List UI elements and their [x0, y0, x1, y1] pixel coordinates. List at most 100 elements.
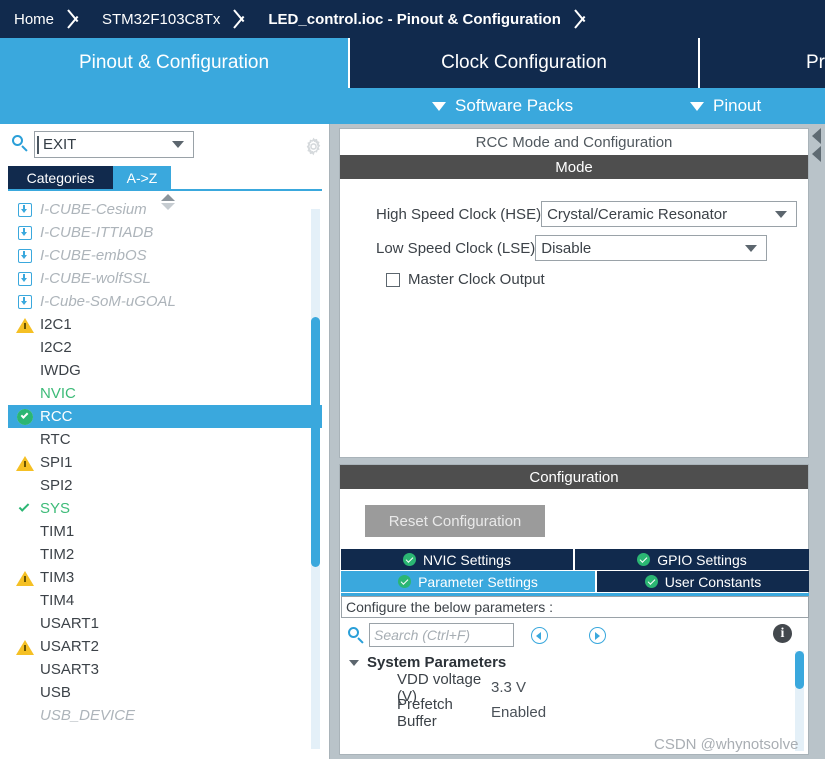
peripheral-item-label: USB_DEVICE	[40, 707, 136, 724]
peripheral-item-label: NVIC	[40, 385, 76, 402]
peripheral-item-i-cube-cesium[interactable]: I-CUBE-Cesium	[8, 198, 322, 221]
peripheral-item-usart1[interactable]: USART1	[8, 612, 322, 635]
check-circle-icon	[398, 575, 412, 588]
peripheral-item-label: RTC	[40, 431, 71, 448]
gear-icon[interactable]	[303, 136, 324, 157]
peripheral-item-spi2[interactable]: SPI2	[8, 474, 322, 497]
collapse-arrow-icon[interactable]	[812, 128, 821, 144]
parameter-search-row: Search (Ctrl+F) i	[341, 620, 809, 650]
peripheral-list-container: I-CUBE-Cesium I-CUBE-ITTIADB I-CUBE-embOS I…	[8, 189, 322, 749]
peripheral-item-spi1[interactable]: SPI1	[8, 451, 322, 474]
peripheral-item-iwdg[interactable]: IWDG	[8, 359, 322, 382]
software-packs-menu[interactable]: Software Packs	[432, 88, 573, 124]
configure-hint: Configure the below parameters :	[341, 596, 809, 618]
peripheral-item-usb-device[interactable]: USB_DEVICE	[8, 704, 322, 727]
rcc-mode-title: RCC Mode and Configuration	[340, 129, 808, 155]
chevron-down-icon	[775, 210, 788, 218]
peripheral-item-label: RCC	[40, 408, 73, 425]
master-clock-output-label: Master Clock Output	[408, 271, 545, 288]
pinout-label: Pinout	[713, 96, 762, 115]
no-icon	[16, 338, 35, 357]
search-icon	[348, 627, 364, 644]
breadcrumb-item-project[interactable]: LED_control.ioc - Pinout & Configuration	[254, 0, 572, 38]
peripheral-sidebar: EXIT Categories A->Z I-CUBE-CesiumI-CUB	[0, 124, 330, 759]
peripheral-item-rcc[interactable]: RCC	[8, 405, 322, 428]
peripheral-item-label: I2C2	[40, 339, 72, 356]
breadcrumb-item-home[interactable]: Home	[0, 0, 66, 38]
hse-value: Crystal/Ceramic Resonator	[547, 205, 728, 223]
tab-gpio-settings[interactable]: GPIO Settings	[575, 549, 809, 570]
peripheral-item-tim4[interactable]: TIM4	[8, 589, 322, 612]
download-icon	[16, 246, 35, 265]
breadcrumb-chevron-icon	[232, 0, 254, 38]
rcc-mode-card: RCC Mode and Configuration Mode High Spe…	[339, 128, 809, 458]
no-icon	[16, 545, 35, 564]
panel-splitter[interactable]	[810, 124, 825, 759]
tab-a-to-z[interactable]: A->Z	[113, 166, 171, 189]
main-tab-bar: Pinout & Configuration Clock Configurati…	[0, 38, 825, 88]
collapse-arrow-icon[interactable]	[812, 146, 821, 162]
peripheral-item-tim2[interactable]: TIM2	[8, 543, 322, 566]
peripheral-item-tim1[interactable]: TIM1	[8, 520, 322, 543]
peripheral-item-i-cube-wolfssl[interactable]: I-CUBE-wolfSSL	[8, 267, 322, 290]
peripheral-item-i2c2[interactable]: I2C2	[8, 336, 322, 359]
software-packs-label: Software Packs	[455, 96, 574, 115]
warning-icon	[16, 453, 35, 472]
peripheral-item-i-cube-ittiadb[interactable]: I-CUBE-ITTIADB	[8, 221, 322, 244]
parameter-group-label: System Parameters	[367, 654, 507, 671]
peripheral-item-nvic[interactable]: NVIC	[8, 382, 322, 405]
parameter-name: Prefetch Buffer	[397, 695, 453, 730]
parameter-row[interactable]: Prefetch Buffer Enabled	[341, 696, 809, 730]
breadcrumb-item-mcu[interactable]: STM32F103C8Tx	[88, 0, 232, 38]
parameter-scrollbar-thumb[interactable]	[795, 651, 804, 689]
peripheral-item-label: SPI1	[40, 454, 73, 471]
lse-value: Disable	[541, 239, 592, 257]
info-icon[interactable]: i	[773, 624, 792, 643]
peripheral-item-label: SYS	[40, 500, 71, 517]
parameter-value: Enabled	[491, 704, 547, 721]
tab-nvic-settings[interactable]: NVIC Settings	[341, 549, 575, 570]
no-icon	[16, 361, 35, 380]
search-prev-button[interactable]	[531, 627, 548, 644]
chevron-left-icon	[536, 631, 541, 640]
sidebar-view-tabs: Categories A->Z	[8, 166, 322, 189]
master-clock-output-checkbox[interactable]	[386, 272, 400, 287]
chevron-down-icon	[745, 244, 758, 252]
chevron-right-icon	[595, 631, 600, 640]
tab-gpio-settings-label: GPIO Settings	[657, 551, 747, 568]
check-icon	[16, 499, 35, 518]
peripheral-item-label: USART2	[40, 638, 99, 655]
search-next-button[interactable]	[589, 627, 606, 644]
reset-configuration-button[interactable]: Reset Configuration	[365, 505, 545, 537]
expander-icon[interactable]	[341, 659, 367, 666]
peripheral-item-label: IWDG	[40, 362, 81, 379]
tab-categories[interactable]: Categories	[8, 166, 113, 189]
peripheral-item-usart3[interactable]: USART3	[8, 658, 322, 681]
search-icon	[12, 135, 28, 152]
check-circle-icon	[16, 407, 35, 426]
configuration-area: RCC Mode and Configuration Mode High Spe…	[336, 124, 825, 759]
peripheral-search-input[interactable]: EXIT	[34, 131, 194, 158]
peripheral-item-label: I-CUBE-wolfSSL	[40, 270, 151, 287]
tab-pinout-configuration[interactable]: Pinout & Configuration	[0, 38, 350, 88]
parameter-search-input[interactable]: Search (Ctrl+F)	[369, 623, 514, 647]
peripheral-item-tim3[interactable]: TIM3	[8, 566, 322, 589]
lse-select[interactable]: Disable	[535, 235, 768, 261]
peripheral-item-usb[interactable]: USB	[8, 681, 322, 704]
tab-project-manager[interactable]: Pr	[700, 38, 825, 88]
peripheral-item-sys[interactable]: SYS	[8, 497, 322, 520]
tab-clock-configuration-label: Clock Configuration	[441, 52, 607, 73]
peripheral-item-rtc[interactable]: RTC	[8, 428, 322, 451]
peripheral-item-i2c1[interactable]: I2C1	[8, 313, 322, 336]
peripheral-item-i-cube-embos[interactable]: I-CUBE-embOS	[8, 244, 322, 267]
peripheral-item-label: I-CUBE-Cesium	[40, 201, 147, 218]
tab-clock-configuration[interactable]: Clock Configuration	[350, 38, 700, 88]
peripheral-item-i-cube-som-ugoal[interactable]: I-Cube-SoM-uGOAL	[8, 290, 322, 313]
master-clock-output-row[interactable]: Master Clock Output	[386, 271, 545, 288]
pinout-menu[interactable]: Pinout	[690, 88, 761, 124]
peripheral-item-label: SPI2	[40, 477, 73, 494]
hse-select[interactable]: Crystal/Ceramic Resonator	[541, 201, 798, 227]
tab-parameter-settings[interactable]: Parameter Settings	[341, 571, 597, 592]
tab-user-constants[interactable]: User Constants	[597, 571, 809, 592]
peripheral-item-usart2[interactable]: USART2	[8, 635, 322, 658]
